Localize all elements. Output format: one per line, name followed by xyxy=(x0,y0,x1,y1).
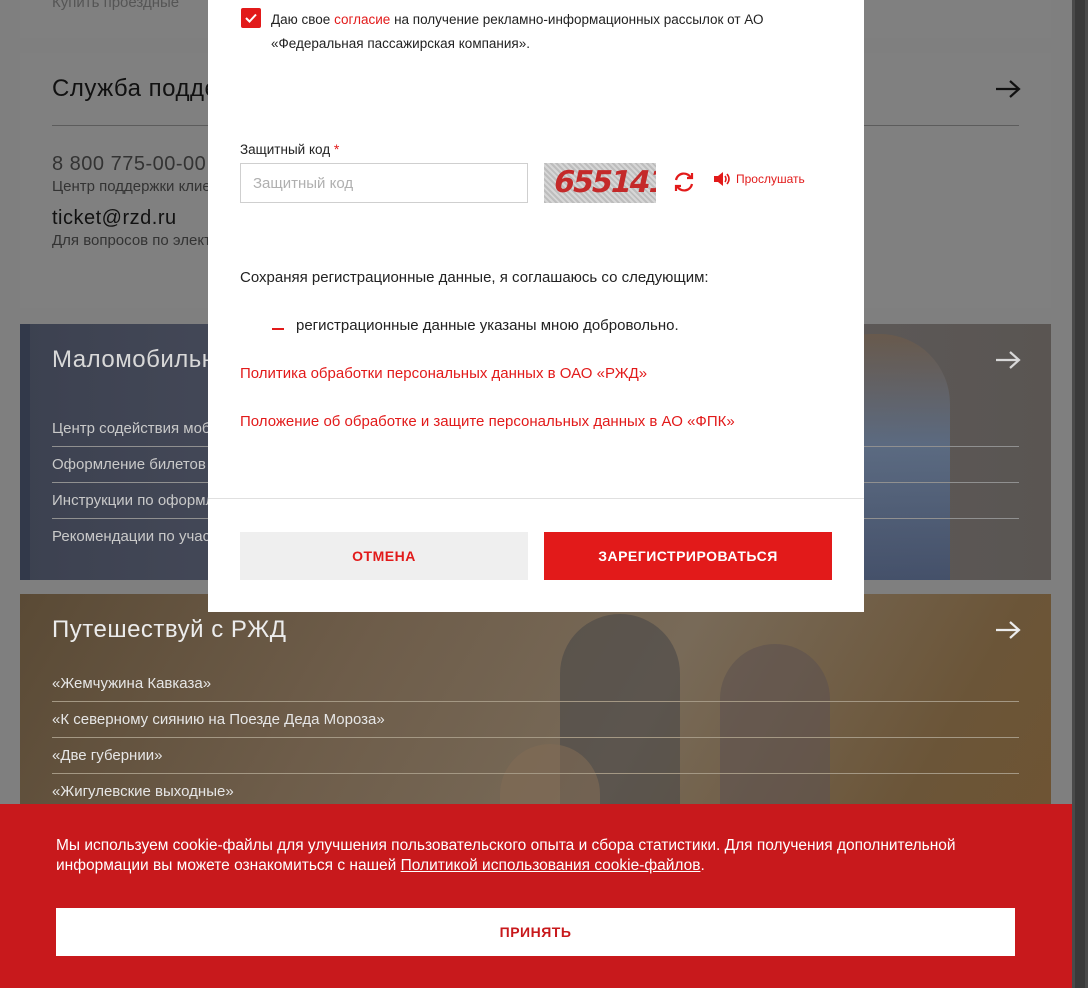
dash-bullet xyxy=(272,328,284,330)
consent-prefix: Даю свое xyxy=(271,12,335,27)
consent-link[interactable]: согласие xyxy=(334,12,390,27)
list-item-label: «К северному сиянию на Поезде Деда Мороз… xyxy=(52,711,385,728)
cookie-policy-link[interactable]: Политикой использования cookie-файлов xyxy=(401,857,701,874)
arrow-right-icon[interactable] xyxy=(995,79,1021,99)
list-item-label: «Жемчужина Кавказа» xyxy=(52,675,212,692)
page-scrollbar[interactable] xyxy=(1072,0,1088,988)
required-mark: * xyxy=(333,141,340,157)
captcha-image-text: 655141 xyxy=(550,165,656,200)
top-card-text[interactable]: Купить проездные xyxy=(52,0,179,11)
policy-link-fpk[interactable]: Положение об обработке и защите персонал… xyxy=(240,413,735,430)
captcha-image: 655141 xyxy=(544,163,656,203)
list-item[interactable]: «Две губернии» xyxy=(52,738,1019,774)
agreement-intro: Сохраняя регистрационные данные, я согла… xyxy=(240,269,709,286)
register-button[interactable]: ЗАРЕГИСТРИРОВАТЬСЯ xyxy=(544,532,832,580)
cancel-button[interactable]: ОТМЕНА xyxy=(240,532,528,580)
arrow-right-icon[interactable] xyxy=(995,620,1021,640)
policy-link-rzd[interactable]: Политика обработки персональных данных в… xyxy=(240,365,647,382)
agreement-item: регистрационные данные указаны мною добр… xyxy=(296,317,679,334)
captcha-label-text: Защитный код xyxy=(240,142,331,157)
list-item-label: «Жигулевские выходные» xyxy=(52,783,234,800)
travel-title[interactable]: Путешествуй с РЖД xyxy=(52,616,287,644)
accept-button[interactable]: ПРИНЯТЬ xyxy=(56,908,1015,956)
listen-button[interactable]: Прослушать xyxy=(713,172,805,186)
consent-text: Даю свое согласие на получение рекламно-… xyxy=(271,8,831,56)
refresh-icon[interactable] xyxy=(672,170,696,194)
list-item-label: Оформление билетов xyxy=(52,456,206,473)
captcha-input[interactable] xyxy=(240,163,528,203)
support-email[interactable]: ticket@rzd.ru xyxy=(52,207,177,230)
cookie-end: . xyxy=(700,857,705,874)
list-item[interactable]: «К северному сиянию на Поезде Деда Мороз… xyxy=(52,702,1019,738)
consent-checkbox[interactable] xyxy=(241,8,261,28)
support-phone[interactable]: 8 800 775-00-00 xyxy=(52,153,206,176)
list-item-label: «Две губернии» xyxy=(52,747,163,764)
list-item[interactable]: «Жемчужина Кавказа» xyxy=(52,666,1019,702)
listen-label: Прослушать xyxy=(736,172,805,186)
registration-modal: Даю свое согласие на получение рекламно-… xyxy=(208,0,864,612)
divider xyxy=(208,498,864,499)
cookie-banner: Мы используем cookie-файлы для улучшения… xyxy=(0,804,1072,988)
scrollbar-thumb[interactable] xyxy=(1075,0,1085,988)
captcha-label: Защитный код * xyxy=(240,141,339,157)
checkmark-icon xyxy=(245,13,257,23)
speaker-icon xyxy=(714,172,730,186)
card-stripe xyxy=(20,324,30,580)
cookie-text: Мы используем cookie-файлы для улучшения… xyxy=(56,836,1016,876)
arrow-right-icon[interactable] xyxy=(995,350,1021,370)
